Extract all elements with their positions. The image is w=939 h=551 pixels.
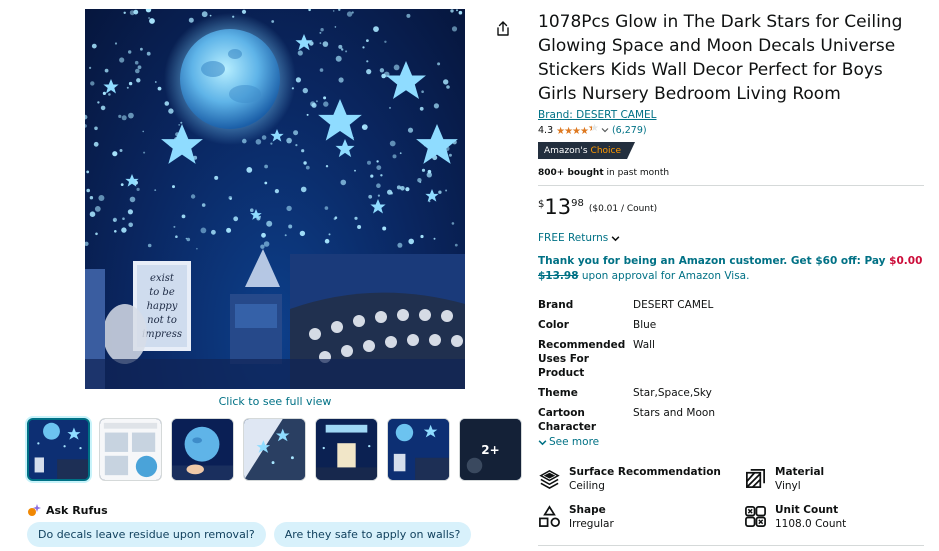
share-icon[interactable] xyxy=(494,20,512,38)
rating-row[interactable]: 4.3 ★★★★★★ (6,279) xyxy=(538,123,924,137)
bought-period: in past month xyxy=(603,168,670,178)
rufus-chip-safe-walls[interactable]: Are they safe to apply on walls? xyxy=(273,522,472,547)
feature-value: Vinyl xyxy=(775,480,801,492)
thumbnail-4[interactable] xyxy=(243,418,306,481)
thumbnail-1[interactable] xyxy=(27,418,90,481)
click-to-see-full-view[interactable]: Click to see full view xyxy=(85,395,465,408)
price-per-unit: ($0.01 / Count) xyxy=(588,204,658,214)
feature-value: 1108.0 Count xyxy=(775,518,847,530)
promo-old-price: $13.98 xyxy=(538,270,579,282)
unit-count-icon xyxy=(745,506,766,527)
rufus-suggestions: Do decals leave residue upon removal? Ar… xyxy=(27,522,472,547)
free-returns-link[interactable]: FREE Returns xyxy=(538,232,924,244)
spec-value: Blue xyxy=(633,319,657,331)
badge-choice: Choice xyxy=(590,145,622,156)
rufus-chip-residue[interactable]: Do decals leave residue upon removal? xyxy=(27,522,266,547)
thumbnail-5[interactable] xyxy=(315,418,378,481)
divider xyxy=(538,185,924,186)
feature-value: Irregular xyxy=(569,518,614,530)
star-rating-icon[interactable]: ★★★★★★ xyxy=(556,123,598,137)
spec-key: Theme xyxy=(538,387,578,399)
promo-lead: Thank you for being an Amazon customer. … xyxy=(538,255,890,267)
thumbnail-strip: 2+ xyxy=(27,418,522,481)
feature-key: Surface Recommendation xyxy=(569,466,721,478)
chevron-down-icon xyxy=(538,439,547,445)
promo-tail: upon approval for Amazon Visa. xyxy=(578,270,750,282)
feature-key: Material xyxy=(775,466,825,478)
product-title: 1078Pcs Glow in The Dark Stars for Ceili… xyxy=(538,12,903,104)
feature-key: Unit Count xyxy=(775,504,839,516)
surface-icon xyxy=(539,469,560,489)
chevron-down-icon[interactable] xyxy=(601,126,609,134)
spec-value: Stars and Moon xyxy=(633,407,715,419)
shape-icon xyxy=(539,505,560,527)
spec-value: DESERT CAMEL xyxy=(633,299,714,311)
thumbnail-3[interactable] xyxy=(171,418,234,481)
see-more-label: See more xyxy=(549,436,600,448)
spec-key: Recommended Uses For Product xyxy=(538,339,626,379)
feature-unit-count: Unit Count 1108.0 Count xyxy=(744,503,924,531)
more-thumbnails-count: 2+ xyxy=(460,419,521,480)
review-count-link[interactable]: (6,279) xyxy=(612,125,647,136)
divider xyxy=(538,545,924,546)
product-details: 1078Pcs Glow in The Dark Stars for Ceili… xyxy=(538,10,924,448)
spec-key: Color xyxy=(538,319,569,331)
feature-value: Ceiling xyxy=(569,480,605,492)
ask-rufus-header: Ask Rufus xyxy=(27,503,108,517)
badge-prefix: Amazon's xyxy=(544,145,588,156)
spec-value: Star,Space,Sky xyxy=(633,387,712,399)
main-product-image[interactable]: exist to be happy not to impress xyxy=(85,9,465,389)
price-fraction: 98 xyxy=(571,198,584,209)
feature-surface: Surface Recommendation Ceiling xyxy=(538,465,744,493)
amazons-choice-badge: Amazon's Choice xyxy=(538,142,635,159)
material-icon xyxy=(746,469,765,488)
thumbnail-6[interactable] xyxy=(387,418,450,481)
bought-count: 800+ bought xyxy=(538,168,604,178)
feature-shape: Shape Irregular xyxy=(538,503,744,531)
thumbnail-2[interactable] xyxy=(99,418,162,481)
product-overview-table: Brand DESERT CAMEL Color Blue Recommended … xyxy=(538,298,924,434)
feature-material: Material Vinyl xyxy=(744,465,924,493)
feature-highlights: Surface Recommendation Ceiling Material Vi… xyxy=(538,465,924,531)
spec-value: Wall xyxy=(633,339,655,351)
rufus-sparkle-icon xyxy=(28,504,41,516)
spec-key: Cartoon Character xyxy=(538,407,597,433)
visa-promo[interactable]: Thank you for being an Amazon customer. … xyxy=(538,254,924,284)
thumbnail-more[interactable]: 2+ xyxy=(459,418,522,481)
bought-in-past-month: 800+ bought in past month xyxy=(538,168,924,178)
price-whole: 13 xyxy=(544,195,572,219)
ask-rufus-label: Ask Rufus xyxy=(46,503,108,517)
spec-key: Brand xyxy=(538,299,574,311)
see-more-link[interactable]: See more xyxy=(538,436,924,448)
promo-new-price: $0.00 xyxy=(889,255,923,267)
rating-value: 4.3 xyxy=(538,124,554,136)
free-returns-label: FREE Returns xyxy=(538,232,609,244)
price: $ 13 98 ($0.01 / Count) xyxy=(538,196,924,218)
product-photo: exist to be happy not to impress xyxy=(85,9,465,389)
feature-key: Shape xyxy=(569,504,606,516)
chevron-down-icon xyxy=(611,235,620,241)
brand-link[interactable]: Brand: DESERT CAMEL xyxy=(538,109,924,121)
